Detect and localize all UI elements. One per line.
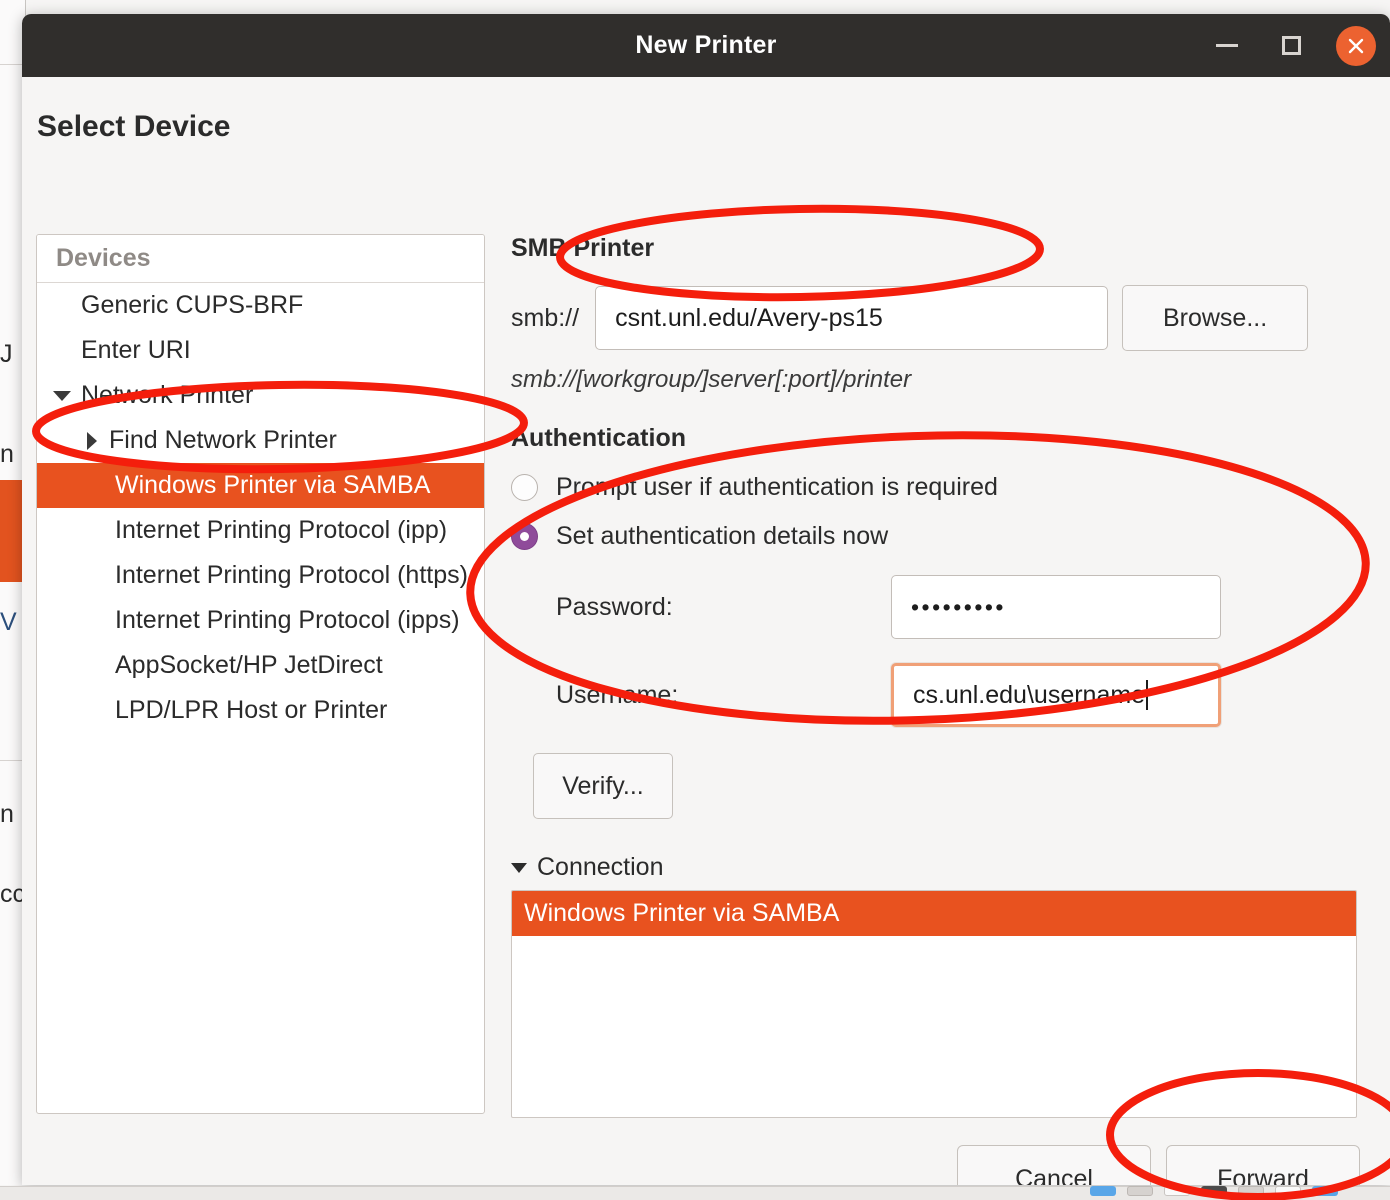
- device-item-label: Internet Printing Protocol (ipp): [115, 516, 447, 545]
- chevron-right-icon[interactable]: [87, 432, 97, 450]
- smb-scheme-label: smb://: [511, 304, 579, 333]
- device-item-ipp-https[interactable]: Internet Printing Protocol (https): [37, 553, 484, 598]
- device-item-lpd-lpr[interactable]: LPD/LPR Host or Printer: [37, 688, 484, 733]
- device-item-label: LPD/LPR Host or Printer: [115, 696, 387, 725]
- smb-printer-heading: SMB Printer: [511, 234, 1359, 263]
- taskbar-app-icon[interactable]: [1312, 1186, 1338, 1196]
- new-printer-dialog: New Printer Select Device: [22, 14, 1390, 1185]
- password-label: Password:: [511, 593, 891, 622]
- password-masked-value: •••••••••: [911, 594, 1006, 621]
- close-button[interactable]: [1336, 26, 1376, 66]
- page-title: Select Device: [37, 110, 230, 144]
- device-item-label: Internet Printing Protocol (ipps): [115, 606, 460, 635]
- window-title: New Printer: [635, 31, 776, 60]
- radio-button-selected-icon[interactable]: [511, 523, 538, 550]
- device-item-windows-printer-via-samba[interactable]: Windows Printer via SAMBA: [37, 463, 484, 508]
- chevron-down-icon: [511, 863, 527, 873]
- browse-button-label: Browse...: [1163, 304, 1267, 333]
- device-item-network-printer[interactable]: Network Printer: [37, 373, 484, 418]
- taskbar-app-icon[interactable]: [1238, 1186, 1264, 1196]
- devices-header-label: Devices: [56, 244, 151, 273]
- verify-button[interactable]: Verify...: [533, 753, 673, 819]
- device-item-appsocket-jetdirect[interactable]: AppSocket/HP JetDirect: [37, 643, 484, 688]
- device-item-generic-cups-brf[interactable]: Generic CUPS-BRF: [37, 283, 484, 328]
- smb-uri-row: smb:// csnt.unl.edu/Avery-ps15 Browse...: [511, 285, 1359, 351]
- dialog-body: Select Device Devices Generic CUPS-BRF E…: [22, 77, 1390, 1185]
- maximize-button[interactable]: [1272, 27, 1310, 65]
- radio-prompt-user[interactable]: Prompt user if authentication is require…: [511, 473, 1359, 502]
- connection-expander-label: Connection: [537, 853, 663, 882]
- device-item-label: Find Network Printer: [109, 426, 337, 455]
- device-item-enter-uri[interactable]: Enter URI: [37, 328, 484, 373]
- username-field[interactable]: cs.unl.edu\username: [891, 663, 1221, 727]
- device-item-ipps[interactable]: Internet Printing Protocol (ipps): [37, 598, 484, 643]
- titlebar: New Printer: [22, 14, 1390, 77]
- browse-button[interactable]: Browse...: [1122, 285, 1308, 351]
- device-item-label: AppSocket/HP JetDirect: [115, 651, 383, 680]
- password-row: Password: •••••••••: [511, 575, 1359, 639]
- chevron-down-icon[interactable]: [53, 391, 71, 401]
- device-item-label: Generic CUPS-BRF: [81, 291, 303, 320]
- screen: J n V n cc New Printer: [0, 0, 1390, 1200]
- taskbar-app-icon[interactable]: [1127, 1186, 1153, 1196]
- device-item-ipp[interactable]: Internet Printing Protocol (ipp): [37, 508, 484, 553]
- dialog-footer: Cancel Forward: [957, 1145, 1360, 1185]
- taskbar-icons: [1090, 1186, 1338, 1200]
- device-item-label: Internet Printing Protocol (https): [115, 561, 468, 590]
- cancel-button-label: Cancel: [1015, 1165, 1093, 1186]
- smb-uri-hint: smb://[workgroup/]server[:port]/printer: [511, 366, 1359, 394]
- minimize-icon: [1216, 44, 1238, 47]
- verify-button-label: Verify...: [562, 772, 644, 801]
- forward-button[interactable]: Forward: [1166, 1145, 1360, 1185]
- cancel-button[interactable]: Cancel: [957, 1145, 1151, 1185]
- device-item-label: Windows Printer via SAMBA: [115, 471, 430, 500]
- window-controls: [1208, 14, 1376, 77]
- taskbar-app-icon[interactable]: [1201, 1186, 1227, 1196]
- connection-list-item-label: Windows Printer via SAMBA: [524, 899, 839, 928]
- close-icon: [1346, 36, 1366, 56]
- device-item-find-network-printer[interactable]: Find Network Printer: [37, 418, 484, 463]
- taskbar-app-icon[interactable]: [1275, 1186, 1301, 1196]
- smb-uri-input[interactable]: csnt.unl.edu/Avery-ps15: [595, 286, 1108, 350]
- device-config-pane: SMB Printer smb:// csnt.unl.edu/Avery-ps…: [511, 234, 1359, 1118]
- smb-uri-value: csnt.unl.edu/Avery-ps15: [615, 304, 883, 333]
- forward-button-label: Forward: [1217, 1165, 1309, 1186]
- radio-set-auth-now-label: Set authentication details now: [556, 522, 888, 551]
- devices-header: Devices: [37, 235, 484, 283]
- username-value: cs.unl.edu\username: [913, 681, 1145, 710]
- taskbar-app-icon[interactable]: [1090, 1186, 1116, 1196]
- username-row: Username: cs.unl.edu\username: [511, 663, 1359, 727]
- taskbar-app-icon[interactable]: [1164, 1186, 1190, 1196]
- radio-set-auth-now[interactable]: Set authentication details now: [511, 522, 1359, 551]
- authentication-heading: Authentication: [511, 424, 1359, 453]
- devices-panel: Devices Generic CUPS-BRF Enter URI Netwo…: [36, 234, 485, 1114]
- device-item-label: Network Printer: [81, 381, 253, 410]
- radio-prompt-user-label: Prompt user if authentication is require…: [556, 473, 998, 502]
- username-label: Username:: [511, 681, 891, 710]
- minimize-button[interactable]: [1208, 27, 1246, 65]
- taskbar: [0, 1186, 1390, 1200]
- device-item-label: Enter URI: [81, 336, 191, 365]
- connection-expander[interactable]: Connection: [511, 853, 1359, 882]
- text-caret: [1146, 680, 1148, 710]
- radio-button-icon[interactable]: [511, 474, 538, 501]
- connection-list-item[interactable]: Windows Printer via SAMBA: [512, 891, 1356, 936]
- connection-list[interactable]: Windows Printer via SAMBA: [511, 890, 1357, 1118]
- maximize-icon: [1282, 36, 1301, 55]
- password-field[interactable]: •••••••••: [891, 575, 1221, 639]
